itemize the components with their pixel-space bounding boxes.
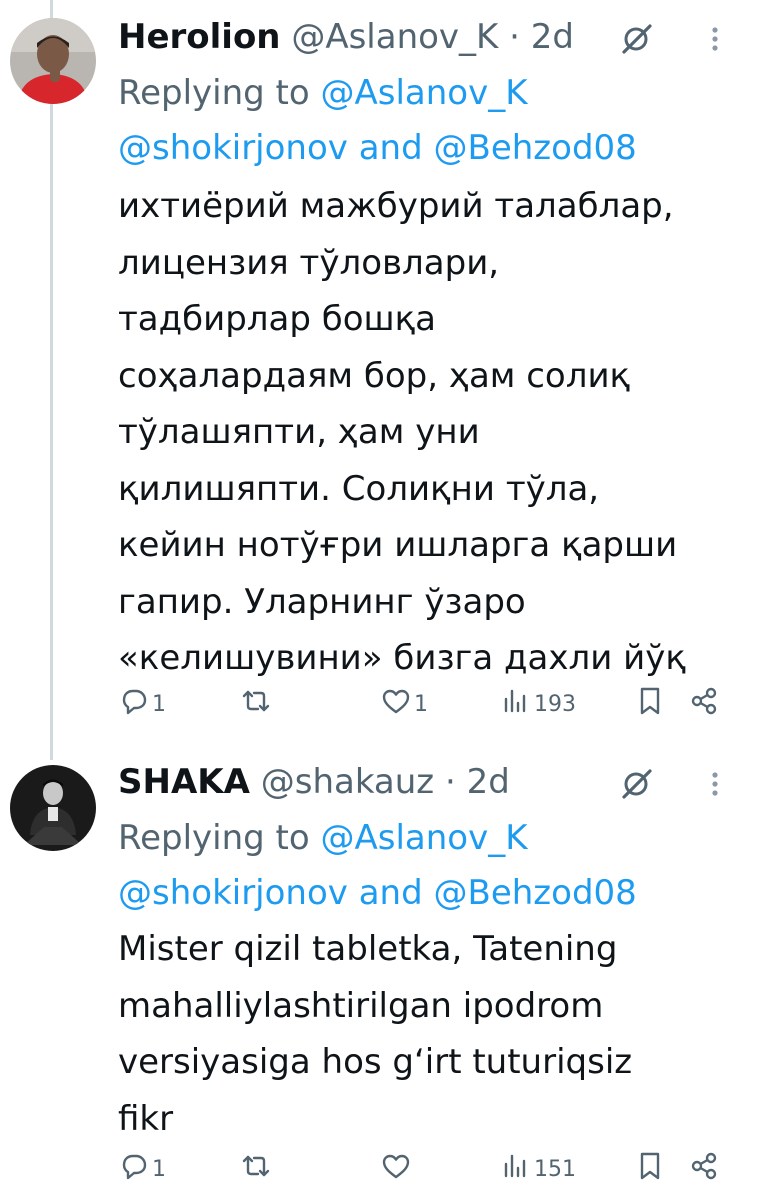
bookmark-icon	[634, 685, 666, 723]
mention-link[interactable]: @shokirjonov	[118, 128, 348, 168]
reply-icon	[118, 1150, 150, 1188]
share-icon	[688, 1150, 720, 1188]
tweet-age[interactable]: 2d	[467, 762, 510, 802]
bookmark-icon	[634, 1150, 666, 1188]
replying-to: Replying to @Aslanov_K @shokirjonov and …	[118, 66, 728, 176]
like-icon	[380, 685, 412, 723]
like-button[interactable]	[380, 1149, 414, 1189]
views-button[interactable]: 151	[500, 1149, 576, 1189]
mention-link[interactable]: @shokirjonov	[118, 873, 348, 913]
more-vertical-icon[interactable]	[698, 22, 732, 56]
tweet-actions: 1 1 193	[118, 684, 728, 724]
views-icon	[500, 685, 532, 723]
reply-count: 1	[152, 691, 166, 717]
views-icon	[500, 1150, 532, 1188]
bookmark-button[interactable]	[634, 684, 666, 724]
replying-to: Replying to @Aslanov_K @shokirjonov and …	[118, 811, 728, 921]
tweet-reply[interactable]: Herolion @Aslanov_K · 2d Replying to @As…	[0, 0, 759, 745]
view-count: 151	[534, 1156, 576, 1182]
like-icon	[380, 1150, 412, 1188]
replying-to-label: Replying to	[118, 818, 310, 858]
repost-button[interactable]	[240, 684, 274, 724]
grok-icon[interactable]	[620, 22, 654, 56]
avatar[interactable]	[10, 18, 96, 104]
mention-and-label: and	[358, 128, 423, 168]
like-count: 1	[414, 691, 428, 717]
mention-link[interactable]: @Aslanov_K	[321, 73, 528, 113]
repost-icon	[240, 1150, 272, 1188]
tweet-reply[interactable]: SHAKA @shakauz · 2d Replying to @Aslanov…	[0, 745, 759, 1200]
share-button[interactable]	[688, 684, 720, 724]
view-count: 193	[534, 691, 576, 717]
mention-link[interactable]: @Aslanov_K	[321, 818, 528, 858]
tweet-age[interactable]: 2d	[531, 17, 574, 57]
like-button[interactable]: 1	[380, 684, 428, 724]
display-name[interactable]: SHAKA	[118, 762, 250, 802]
more-vertical-icon[interactable]	[698, 767, 732, 801]
mention-link[interactable]: @Behzod08	[434, 128, 637, 168]
reply-button[interactable]: 1	[118, 1149, 166, 1189]
tweet-text: ихтиёрий мажбурий талаблар, лицензия тўл…	[118, 186, 686, 678]
reply-count: 1	[152, 1156, 166, 1182]
tweet-header: SHAKA @shakauz · 2d	[118, 759, 510, 805]
reply-icon	[118, 685, 150, 723]
mention-link[interactable]: @Behzod08	[434, 873, 637, 913]
tweet-text: Mister qizil tabletka, Tatening mahalliy…	[118, 929, 633, 1139]
separator-dot: ·	[509, 17, 520, 57]
tweet-actions: 1 151	[118, 1149, 728, 1189]
reply-button[interactable]: 1	[118, 684, 166, 724]
user-handle[interactable]: @shakauz	[261, 762, 434, 802]
tweet-header: Herolion @Aslanov_K · 2d	[118, 14, 574, 60]
avatar[interactable]	[10, 765, 96, 851]
display-name[interactable]: Herolion	[118, 17, 281, 57]
repost-icon	[240, 685, 272, 723]
separator-dot: ·	[444, 762, 456, 802]
replying-to-label: Replying to	[118, 73, 310, 113]
views-button[interactable]: 193	[500, 684, 576, 724]
share-icon	[688, 685, 720, 723]
repost-button[interactable]	[240, 1149, 274, 1189]
bookmark-button[interactable]	[634, 1149, 666, 1189]
user-handle[interactable]: @Aslanov_K	[291, 17, 498, 57]
share-button[interactable]	[688, 1149, 720, 1189]
grok-icon[interactable]	[620, 767, 654, 801]
mention-and-label: and	[358, 873, 423, 913]
